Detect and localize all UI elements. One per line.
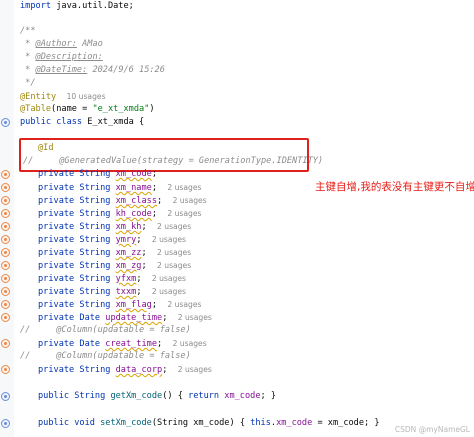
field-gutter-icon[interactable] [1, 196, 10, 205]
entity-usages-hint: 10 usages [66, 92, 106, 101]
column-comment-line-2: // @Column(updatable = false) [20, 351, 191, 361]
setter-line: public void setXm_code(String xm_code) {… [38, 418, 380, 428]
doc-open: /** [20, 26, 36, 36]
class-declaration-line: public class E_xt_xmda { [20, 117, 145, 127]
watermark: CSDN @myNameGL [394, 425, 470, 434]
field-line: private String xm_zz; 2 usages [38, 248, 192, 258]
annotation-note: 主键自增,我的表没有主键更不自增 [315, 181, 474, 193]
highlight-box [19, 138, 309, 172]
field-gutter-icon[interactable] [1, 248, 10, 257]
field-line: private String yfxm; 2 usages [38, 274, 186, 284]
table-annotation-line: @Table(name = "e_xt_xmda") [20, 104, 155, 114]
field-gutter-icon[interactable] [1, 287, 10, 296]
creat-time-field: private Date creat_time; 2 usages [38, 339, 207, 349]
data-corp-field: private String data_corp; 2 usages [38, 365, 212, 375]
import-line: import java.util.Date; [20, 1, 134, 11]
doc-datetime-line: * @DateTime: 2024/9/6 15:26 [20, 65, 165, 75]
field-line: private String xm_zg; 2 usages [38, 261, 192, 271]
doc-description-line: * @Description: [20, 52, 103, 62]
field-gutter-icon[interactable] [1, 365, 10, 374]
field-line: private String xm_code; [38, 169, 158, 179]
field-line: private String xm_flag; 2 usages [38, 300, 202, 310]
field-gutter-icon[interactable] [1, 300, 10, 309]
field-line: private String xm_kh; 2 usages [38, 222, 192, 232]
field-gutter-icon[interactable] [1, 339, 10, 348]
field-line: private String xm_class; 2 usages [38, 196, 207, 206]
entity-annotation-line: @Entity 10 usages [20, 92, 106, 102]
field-line: private String kh_code; 2 usages [38, 209, 202, 219]
doc-author-line: * @Author: AMao [20, 39, 103, 49]
field-gutter-icon[interactable] [1, 235, 10, 244]
field-line: private String xm_name; 2 usages [38, 183, 202, 193]
getter-line: public String getXm_code() { return xm_c… [38, 391, 277, 401]
field-line: private Date update_time; 2 usages [38, 313, 212, 323]
field-line: private String ymry; 2 usages [38, 235, 186, 245]
field-gutter-icon[interactable] [1, 261, 10, 270]
field-gutter-icon[interactable] [1, 183, 10, 192]
field-gutter-icon[interactable] [1, 170, 10, 179]
method-gutter-icon[interactable] [1, 419, 10, 428]
field-line: private String txxm; 2 usages [38, 287, 186, 297]
class-gutter-icon[interactable] [1, 118, 10, 127]
field-gutter-icon[interactable] [1, 209, 10, 218]
column-comment-line-1: // @Column(updatable = false) [20, 325, 191, 335]
doc-close: */ [20, 78, 36, 88]
code-editor[interactable]: import java.util.Date; /** * @Author: AM… [0, 0, 474, 437]
field-gutter-icon[interactable] [1, 313, 10, 322]
method-gutter-icon[interactable] [1, 392, 10, 401]
field-gutter-icon[interactable] [1, 274, 10, 283]
field-gutter-icon[interactable] [1, 222, 10, 231]
